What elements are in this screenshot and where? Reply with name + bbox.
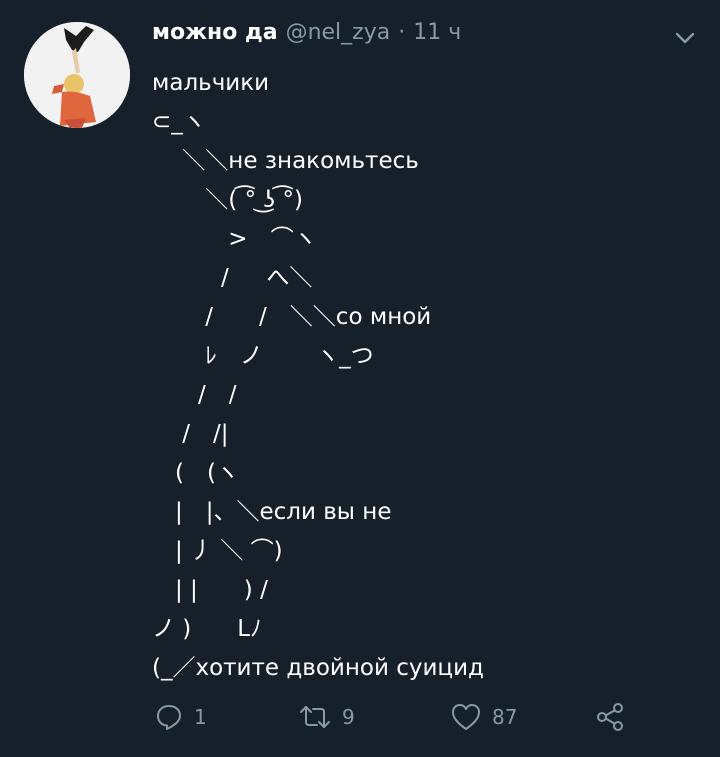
meta-separator: · <box>398 20 406 45</box>
tweet-text: мальчики ⊂_ヽ ＼＼не знакомьтесь ＼( ͡° ͜ʖ ͡… <box>152 70 484 681</box>
share-icon <box>594 702 626 732</box>
action-bar: 1 9 87 <box>0 699 720 735</box>
username-handle[interactable]: @nel_zya <box>286 20 391 45</box>
reply-icon <box>154 702 184 732</box>
like-count: 87 <box>492 705 518 729</box>
tweet-header: можно да @nel_zya · 11 ч <box>152 20 461 50</box>
heart-icon <box>450 702 482 732</box>
avatar[interactable] <box>24 22 130 128</box>
chevron-down-icon[interactable] <box>674 30 696 44</box>
avatar-image <box>24 22 130 128</box>
retweet-button[interactable]: 9 <box>298 699 355 735</box>
reply-button[interactable]: 1 <box>154 699 207 735</box>
display-name[interactable]: можно да <box>152 20 278 45</box>
share-button[interactable] <box>594 699 626 735</box>
reply-count: 1 <box>194 705 207 729</box>
timestamp[interactable]: 11 ч <box>413 20 461 45</box>
retweet-icon <box>298 702 332 732</box>
retweet-count: 9 <box>342 705 355 729</box>
like-button[interactable]: 87 <box>450 699 517 735</box>
